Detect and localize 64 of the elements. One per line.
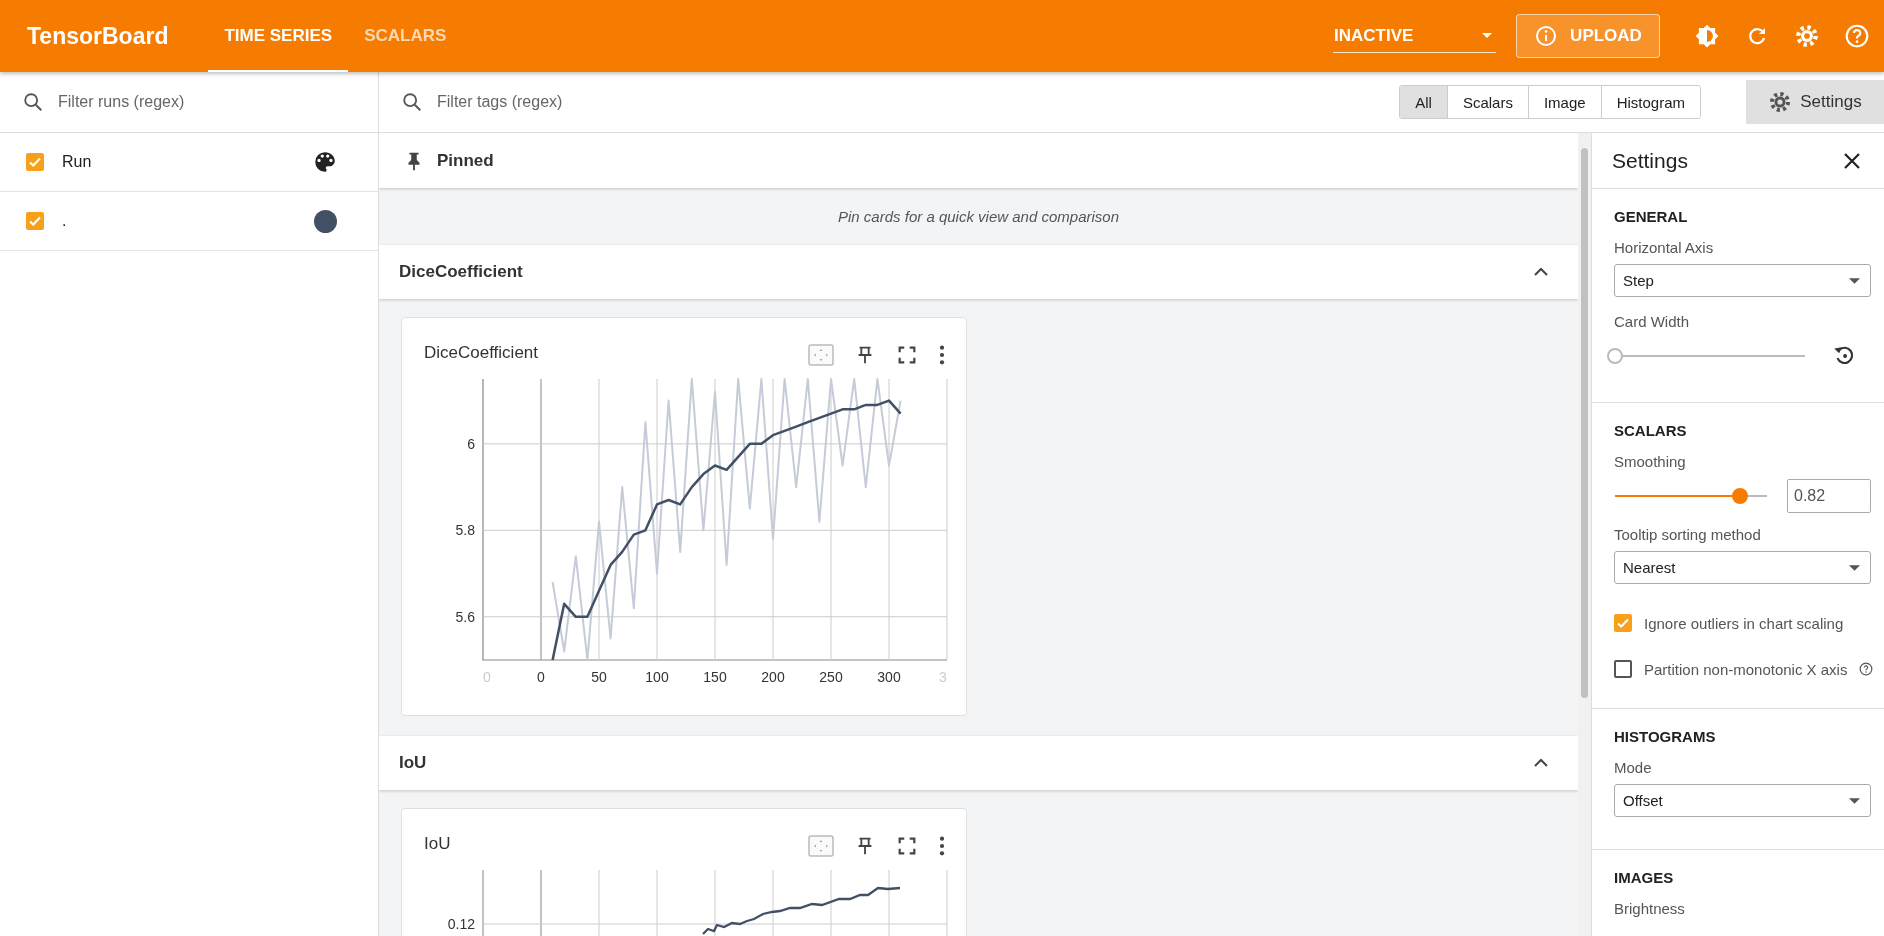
x-tick-label: 50 — [591, 669, 607, 685]
setting-label: Horizontal Axis — [1614, 239, 1714, 256]
settings-section-title: SCALARS — [1614, 422, 1687, 439]
setting-label: Brightness — [1614, 900, 1685, 917]
type-filter-toggle[interactable]: All — [1400, 86, 1447, 118]
dropdown-arrow-icon — [1482, 33, 1492, 38]
gear-icon — [1768, 90, 1793, 114]
fullscreen-icon[interactable] — [896, 835, 918, 857]
dropdown-arrow-icon — [1849, 564, 1860, 571]
search-icon — [22, 91, 44, 113]
card-title: IoU — [424, 834, 452, 855]
help-icon[interactable] — [1859, 662, 1874, 676]
checkbox-label: Ignore outliers in chart scaling — [1644, 614, 1844, 632]
x-tick-label: 300 — [877, 669, 901, 685]
setting-label: Smoothing — [1614, 453, 1686, 470]
dropdown-arrow-icon — [1849, 797, 1860, 804]
card-title: DiceCoefficient — [424, 343, 540, 364]
more-options-icon[interactable] — [938, 344, 946, 366]
scrollbar[interactable] — [1578, 133, 1591, 936]
number-field[interactable]: 0.82 — [1787, 479, 1871, 513]
x-tick-label: 250 — [819, 669, 843, 685]
setting-checkbox[interactable] — [1614, 614, 1632, 632]
y-tick-label: 5.8 — [455, 522, 475, 539]
select-dropdown[interactable]: Nearest — [1614, 551, 1871, 584]
run-color-dot[interactable] — [314, 209, 337, 233]
filter-runs-field[interactable]: Filter runs (regex) — [56, 92, 320, 112]
fullscreen-icon[interactable] — [896, 344, 918, 366]
run-name: . — [62, 212, 68, 230]
y-tick-label: 5.6 — [455, 608, 475, 625]
x-tick-label: 200 — [761, 669, 785, 685]
section-title: Pinned — [437, 150, 495, 171]
search-icon — [401, 91, 423, 113]
info-icon — [1534, 24, 1559, 48]
x-tick-label: 100 — [645, 669, 669, 685]
more-options-icon[interactable] — [938, 835, 946, 857]
y-tick-label: 0.12 — [447, 916, 475, 932]
x-tick-label: 150 — [703, 669, 727, 685]
checkbox-label: Partition non-monotonic X axis — [1644, 660, 1848, 678]
x-tick-label: 0 — [537, 669, 545, 685]
run-name: Run — [62, 153, 93, 171]
run-checkbox[interactable] — [26, 212, 44, 230]
type-filter-toggle[interactable]: Histogram — [1600, 86, 1700, 118]
setting-label: Tooltip sorting method — [1614, 526, 1761, 543]
select-dropdown[interactable]: Step — [1614, 264, 1871, 297]
setting-label: Card Width — [1614, 313, 1690, 330]
empty-pinned-message: Pin cards for a quick view and comparison — [838, 208, 1119, 225]
run-checkbox[interactable] — [26, 153, 44, 171]
app-title: TensorBoard — [27, 22, 169, 50]
palette-icon[interactable] — [312, 149, 338, 175]
y-tick-label: 6 — [467, 435, 475, 452]
setting-checkbox[interactable] — [1614, 660, 1632, 678]
slider-thumb[interactable] — [1607, 348, 1623, 364]
settings-section-title: GENERAL — [1614, 208, 1688, 225]
settings-section-title: IMAGES — [1614, 869, 1674, 886]
select-dropdown[interactable]: Offset — [1614, 784, 1871, 817]
slider-thumb[interactable] — [1731, 488, 1748, 504]
filter-tags-field[interactable]: Filter tags (regex) — [435, 92, 699, 112]
settings-toggle-button[interactable]: Settings — [1746, 80, 1884, 124]
settings-section-title: HISTOGRAMS — [1614, 728, 1716, 745]
group-title: IoU — [399, 753, 428, 773]
setting-label: Mode — [1614, 759, 1652, 776]
dropdown-arrow-icon — [1849, 277, 1860, 284]
group-title: DiceCoefficient — [399, 262, 524, 282]
panel-title: Settings — [1612, 148, 1688, 173]
